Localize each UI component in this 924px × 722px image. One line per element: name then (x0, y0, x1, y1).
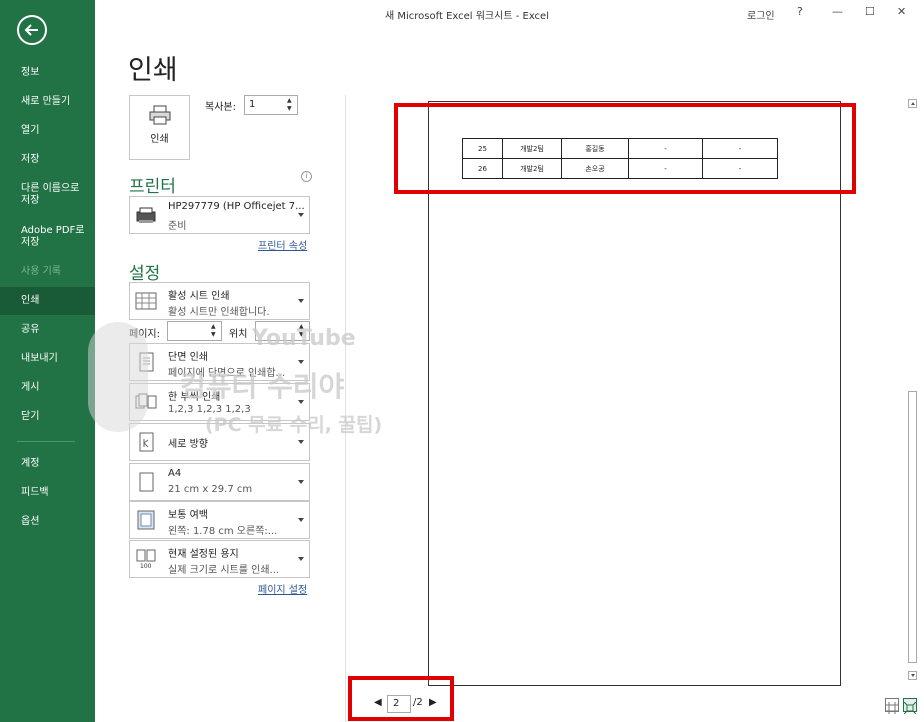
chevron-down-icon (298, 440, 304, 444)
backstage-sidebar: 정보 새로 만들기 열기 저장 다른 이름으로 저장 Adobe PDF로 저장… (0, 0, 95, 722)
paper-size-title: A4 (168, 468, 182, 479)
info-icon[interactable]: i (301, 171, 312, 182)
chevron-down-icon (298, 518, 304, 522)
spin-up-icon[interactable]: ▲ (287, 97, 295, 104)
scaling-title: 현재 설정된 용지 (168, 549, 239, 560)
copies-input[interactable]: 1 ▲ ▼ (244, 95, 298, 115)
paper-size-dropdown[interactable]: A4 21 cm x 29.7 cm (129, 463, 310, 501)
signin-button[interactable]: 로그인 (747, 7, 775, 22)
sides-title: 단면 인쇄 (168, 352, 208, 363)
scaling-desc: 실제 크기로 시트를 인쇄... (168, 565, 280, 576)
sidebar-item-open[interactable]: 열기 (0, 125, 95, 137)
sidebar-item-export[interactable]: 내보내기 (0, 353, 95, 365)
printer-status: 준비 (168, 221, 187, 232)
zoom-to-page-icon[interactable] (903, 698, 917, 715)
sidebar-item-publish[interactable]: 게시 (0, 382, 95, 394)
sidebar-item-save-pdf[interactable]: Adobe PDF로 저장 (0, 225, 95, 249)
spin-up-icon[interactable]: ▲ (211, 323, 219, 330)
chevron-down-icon (298, 213, 304, 217)
scroll-up-icon (911, 102, 915, 105)
chevron-down-icon (298, 480, 304, 484)
copies-label: 복사본: (205, 102, 236, 113)
watermark-subtitle: (PC 무료 수리, 꿀팁) (205, 414, 383, 436)
window-title: 새 Microsoft Excel 워크시트 - Excel (385, 11, 549, 22)
scaling-dropdown[interactable]: 100 현재 설정된 용지 실제 크기로 시트를 인쇄... (129, 540, 310, 578)
sheet-grid-icon (135, 292, 157, 310)
sidebar-item-print[interactable]: 인쇄 (0, 287, 95, 315)
sidebar-item-options[interactable]: 옵션 (0, 516, 95, 528)
scroll-thumb[interactable] (908, 391, 917, 663)
sidebar-item-history: 사용 기록 (21, 266, 61, 277)
print-what-title: 활성 시트 인쇄 (168, 291, 230, 302)
portrait-icon (139, 432, 154, 452)
sidebar-item-account[interactable]: 계정 (0, 458, 95, 470)
chevron-down-icon (298, 299, 304, 303)
paper-icon (139, 472, 154, 492)
printer-icon (149, 105, 171, 125)
sidebar-divider (17, 441, 75, 442)
minimize-button[interactable]: — (832, 5, 843, 18)
scroll-up-button[interactable] (908, 99, 917, 108)
margins-title: 보통 여백 (168, 510, 208, 521)
highlight-box-pager (348, 676, 454, 721)
printer-dropdown[interactable]: HP297779 (HP Officejet 7... 준비 (129, 196, 310, 234)
pages-to-label: 위치 (229, 329, 248, 340)
watermark-logo (88, 322, 148, 432)
page-setup-link[interactable]: 페이지 설정 (258, 581, 307, 596)
print-what-desc: 활성 시트만 인쇄합니다. (168, 307, 270, 318)
margins-dropdown[interactable]: 보통 여백 왼쪽: 1.78 cm 오른쪽:... (129, 501, 310, 539)
margins-icon (137, 510, 155, 530)
watermark-title: 컴퓨터 수리야 (180, 370, 345, 403)
sidebar-item-info[interactable]: 정보 (0, 67, 95, 79)
copies-value: 1 (249, 99, 256, 110)
help-button[interactable]: ? (797, 5, 803, 18)
preview-scrollbar[interactable] (906, 95, 919, 685)
scroll-down-button[interactable] (908, 671, 917, 680)
spin-down-icon[interactable]: ▼ (211, 331, 219, 338)
printer-device-icon (136, 207, 156, 223)
highlight-box-table (394, 103, 856, 194)
chevron-down-icon (298, 360, 304, 364)
print-button[interactable]: 인쇄 (129, 95, 190, 160)
spin-down-icon[interactable]: ▼ (287, 105, 295, 112)
pages-from-input[interactable]: ▲ ▼ (167, 321, 222, 341)
margins-desc: 왼쪽: 1.78 cm 오른쪽:... (168, 526, 278, 537)
paper-size-desc: 21 cm x 29.7 cm (168, 484, 253, 495)
back-arrow-icon[interactable] (17, 15, 47, 45)
print-what-dropdown[interactable]: 활성 시트 인쇄 활성 시트만 인쇄합니다. (129, 282, 310, 320)
sidebar-item-save-as[interactable]: 다른 이름으로 저장 (0, 183, 95, 207)
print-button-label: 인쇄 (150, 134, 169, 145)
scaling-icon: 100 (136, 549, 156, 569)
page-title: 인쇄 (128, 55, 178, 86)
restore-button[interactable]: ☐ (865, 5, 875, 18)
sidebar-item-close[interactable]: 닫기 (0, 411, 95, 423)
chevron-down-icon (298, 557, 304, 561)
svg-text:100: 100 (140, 563, 152, 569)
show-margins-icon[interactable] (885, 698, 899, 714)
sidebar-item-new[interactable]: 새로 만들기 (0, 96, 95, 108)
settings-heading: 설정 (129, 264, 161, 284)
watermark-youtube: YouTube (252, 326, 356, 351)
printer-properties-link[interactable]: 프린터 속성 (258, 237, 307, 252)
sidebar-item-share[interactable]: 공유 (0, 324, 95, 336)
printer-name: HP297779 (HP Officejet 7... (168, 201, 305, 212)
sidebar-item-feedback[interactable]: 피드백 (0, 487, 95, 499)
close-button[interactable]: ✕ (897, 5, 906, 18)
orientation-title: 세로 방향 (168, 439, 208, 450)
sidebar-item-save[interactable]: 저장 (0, 154, 95, 166)
printer-heading: 프린터 (129, 177, 176, 197)
scroll-down-icon (911, 674, 915, 677)
